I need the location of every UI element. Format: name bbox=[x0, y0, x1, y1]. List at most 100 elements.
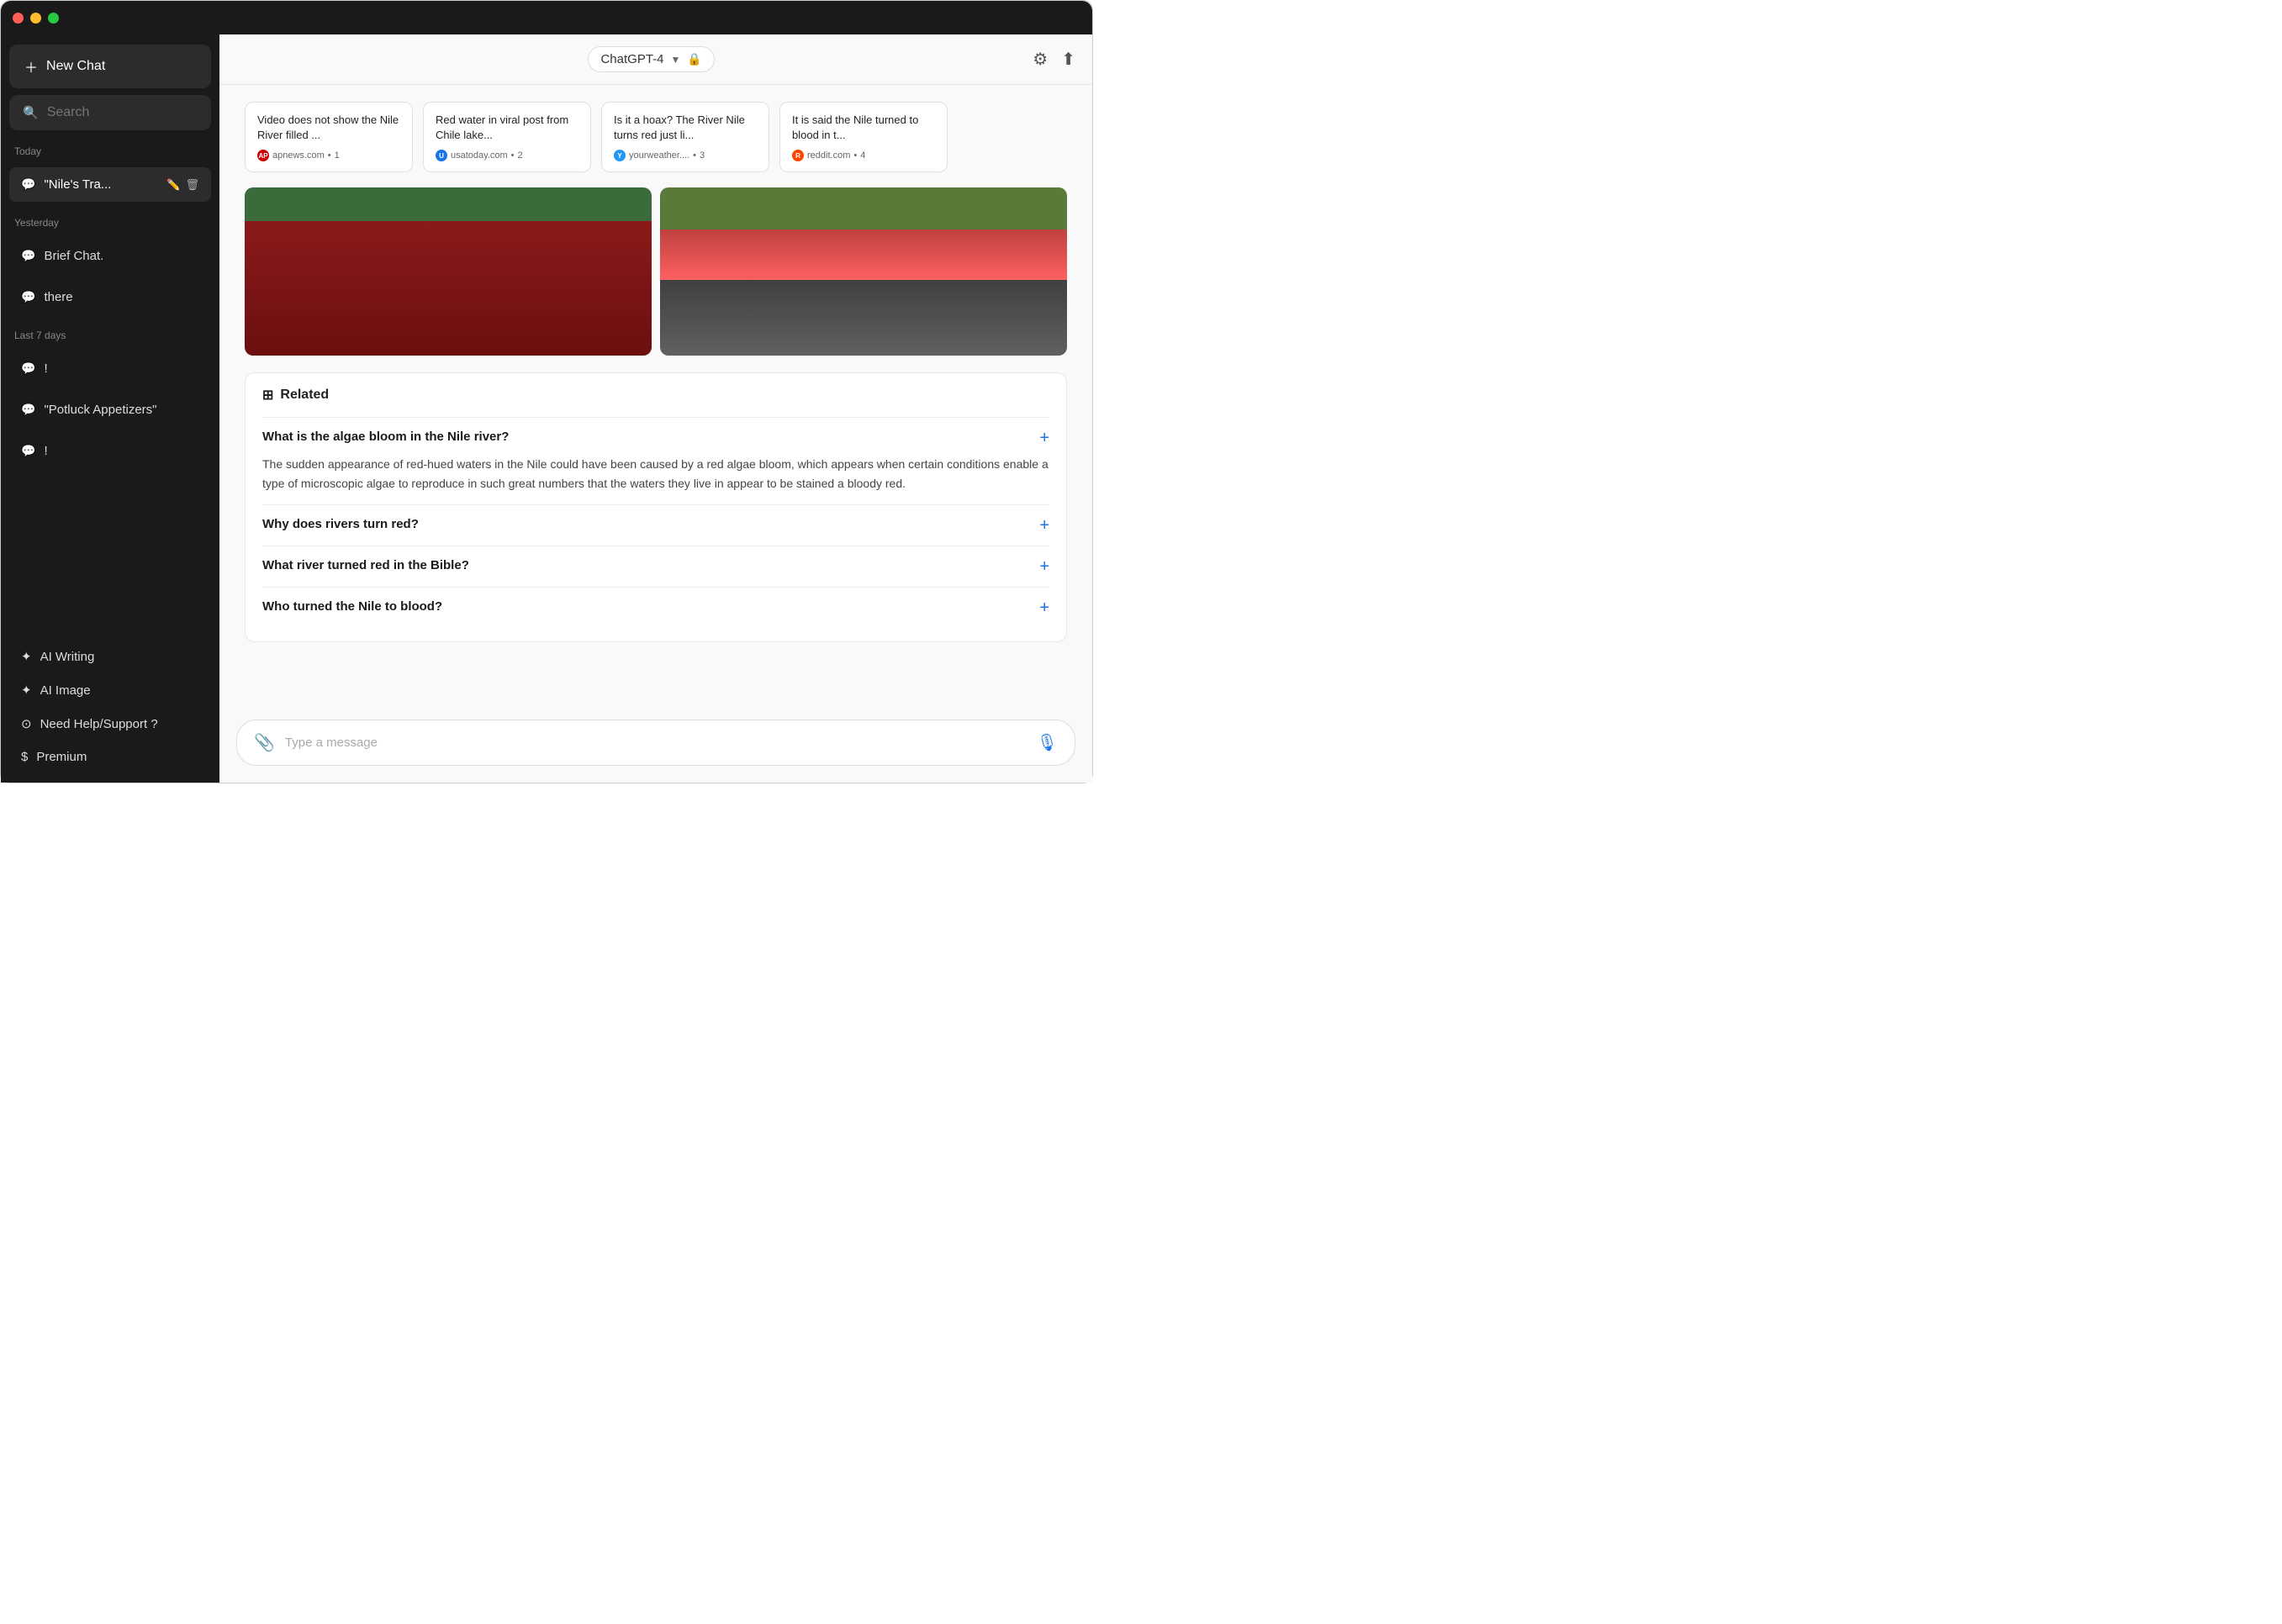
model-selector[interactable]: ChatGPT-4 ▼ 🔒 bbox=[588, 46, 714, 72]
delete-icon[interactable]: 🗑 bbox=[185, 178, 199, 192]
source-dot-0: AP bbox=[257, 150, 269, 161]
source-sep-3: • bbox=[853, 150, 857, 161]
chat-item-label: there bbox=[44, 290, 72, 304]
faq-toggle-0[interactable]: + bbox=[1039, 430, 1049, 446]
faq-question-3[interactable]: Who turned the Nile to blood? + bbox=[262, 599, 1049, 616]
plus-icon: ＋ bbox=[24, 56, 38, 76]
source-sep-1: • bbox=[511, 150, 515, 161]
related-icon: ⊞ bbox=[262, 387, 273, 403]
source-meta-2: Y yourweather.... • 3 bbox=[614, 150, 757, 161]
faq-question-0[interactable]: What is the algae bloom in the Nile rive… bbox=[262, 430, 1049, 446]
sidebar-item-there[interactable]: 💬 there bbox=[9, 280, 211, 314]
source-title-3: It is said the Nile turned to blood in t… bbox=[792, 113, 935, 143]
source-title-1: Red water in viral post from Chile lake.… bbox=[436, 113, 578, 143]
source-domain-1: usatoday.com bbox=[451, 150, 508, 161]
related-section: ⊞ Related What is the algae bloom in the… bbox=[245, 372, 1067, 642]
close-dot[interactable] bbox=[13, 13, 24, 24]
faq-answer-0: The sudden appearance of red-hued waters… bbox=[262, 455, 1049, 493]
search-bar[interactable]: 🔍 bbox=[9, 95, 211, 130]
premium-icon: $ bbox=[21, 750, 28, 764]
faq-toggle-2[interactable]: + bbox=[1039, 558, 1049, 575]
faq-question-text-2: What river turned red in the Bible? bbox=[262, 558, 1029, 572]
ai-writing-label: AI Writing bbox=[40, 650, 95, 664]
input-box: 📎 🎙 bbox=[236, 720, 1075, 766]
faq-question-2[interactable]: What river turned red in the Bible? + bbox=[262, 558, 1049, 575]
support-icon: ⊙ bbox=[21, 716, 32, 731]
topbar: ChatGPT-4 ▼ 🔒 ⚙ ⬆ bbox=[219, 34, 1092, 85]
sidebar-item-ai-writing[interactable]: ✦ AI Writing bbox=[9, 641, 211, 672]
faq-question-1[interactable]: Why does rivers turn red? + bbox=[262, 517, 1049, 534]
edit-icon[interactable]: ✏️ bbox=[166, 178, 180, 192]
section-label-today: Today bbox=[9, 142, 211, 161]
source-title-2: Is it a hoax? The River Nile turns red j… bbox=[614, 113, 757, 143]
minimize-dot[interactable] bbox=[30, 13, 41, 24]
source-count-1: 2 bbox=[518, 150, 523, 161]
sidebar-item-support[interactable]: ⊙ Need Help/Support ? bbox=[9, 708, 211, 740]
input-area: 📎 🎙 bbox=[219, 708, 1092, 783]
attach-button[interactable]: 📎 bbox=[254, 732, 275, 753]
sidebar-item-brief-chat[interactable]: 💬 Brief Chat. bbox=[9, 239, 211, 273]
maximize-dot[interactable] bbox=[48, 13, 59, 24]
source-card-1[interactable]: Red water in viral post from Chile lake.… bbox=[423, 102, 591, 172]
section-label-yesterday: Yesterday bbox=[9, 214, 211, 232]
chat-icon: 💬 bbox=[21, 403, 35, 417]
chat-icon: 💬 bbox=[21, 290, 35, 304]
source-meta-1: U usatoday.com • 2 bbox=[436, 150, 578, 161]
faq-question-text-0: What is the algae bloom in the Nile rive… bbox=[262, 430, 1029, 444]
source-sep-2: • bbox=[693, 150, 696, 161]
faq-toggle-3[interactable]: + bbox=[1039, 599, 1049, 616]
faq-item-1: Why does rivers turn red? + bbox=[262, 504, 1049, 546]
new-chat-label: New Chat bbox=[46, 59, 105, 74]
search-icon: 🔍 bbox=[23, 105, 39, 120]
sidebar-item-exclaim2[interactable]: 💬 ! bbox=[9, 434, 211, 468]
related-title: Related bbox=[280, 388, 329, 403]
new-chat-button[interactable]: ＋ New Chat bbox=[9, 45, 211, 88]
sidebar-item-premium[interactable]: $ Premium bbox=[9, 741, 211, 772]
faq-item-3: Who turned the Nile to blood? + bbox=[262, 587, 1049, 628]
premium-label: Premium bbox=[36, 750, 87, 764]
chat-item-label: Brief Chat. bbox=[44, 249, 103, 263]
edit-delete-controls: ✏️ 🗑 bbox=[166, 178, 199, 192]
app-body: ＋ New Chat 🔍 Today 💬 "Nile's Tra... ✏️ 🗑… bbox=[1, 34, 1092, 783]
settings-button[interactable]: ⚙ bbox=[1033, 49, 1048, 70]
source-sep-0: • bbox=[328, 150, 331, 161]
chat-icon: 💬 bbox=[21, 444, 35, 458]
source-card-0[interactable]: Video does not show the Nile River fille… bbox=[245, 102, 413, 172]
share-button[interactable]: ⬆ bbox=[1061, 49, 1075, 70]
sidebar-tools: ✦ AI Writing ✦ AI Image ⊙ Need Help/Supp… bbox=[9, 641, 211, 772]
lock-icon: 🔒 bbox=[687, 52, 701, 66]
main-content: ChatGPT-4 ▼ 🔒 ⚙ ⬆ Video does not show th… bbox=[219, 34, 1092, 783]
sidebar-item-exclaim1[interactable]: 💬 ! bbox=[9, 351, 211, 386]
sidebar-item-ai-image[interactable]: ✦ AI Image bbox=[9, 674, 211, 706]
faq-question-text-3: Who turned the Nile to blood? bbox=[262, 599, 1029, 614]
faq-question-text-1: Why does rivers turn red? bbox=[262, 517, 1029, 531]
ai-writing-icon: ✦ bbox=[21, 649, 32, 664]
search-input[interactable] bbox=[47, 105, 198, 120]
source-domain-0: apnews.com bbox=[272, 150, 325, 161]
model-name: ChatGPT-4 bbox=[600, 52, 663, 66]
faq-item-2: What river turned red in the Bible? + bbox=[262, 546, 1049, 587]
image-nile-red-right bbox=[660, 187, 1067, 356]
source-meta-3: R reddit.com • 4 bbox=[792, 150, 935, 161]
sidebar-item-potluck[interactable]: 💬 "Potluck Appetizers" bbox=[9, 393, 211, 427]
related-header: ⊞ Related bbox=[262, 387, 1049, 403]
faq-item-0: What is the algae bloom in the Nile rive… bbox=[262, 417, 1049, 504]
chat-icon: 💬 bbox=[21, 249, 35, 263]
chat-item-label: "Nile's Tra... bbox=[44, 177, 111, 192]
source-meta-0: AP apnews.com • 1 bbox=[257, 150, 400, 161]
source-domain-2: yourweather.... bbox=[629, 150, 689, 161]
chat-item-label: "Potluck Appetizers" bbox=[44, 403, 156, 417]
sidebar-item-niles-tra[interactable]: 💬 "Nile's Tra... ✏️ 🗑 bbox=[9, 167, 211, 202]
sidebar: ＋ New Chat 🔍 Today 💬 "Nile's Tra... ✏️ 🗑… bbox=[1, 34, 219, 783]
chat-icon: 💬 bbox=[21, 361, 35, 376]
mic-button[interactable]: 🎙 bbox=[1037, 732, 1058, 753]
source-card-3[interactable]: It is said the Nile turned to blood in t… bbox=[779, 102, 948, 172]
chat-item-label: ! bbox=[44, 444, 47, 458]
source-dot-2: Y bbox=[614, 150, 626, 161]
source-title-0: Video does not show the Nile River fille… bbox=[257, 113, 400, 143]
source-count-2: 3 bbox=[700, 150, 705, 161]
faq-toggle-1[interactable]: + bbox=[1039, 517, 1049, 534]
message-input[interactable] bbox=[285, 736, 1027, 750]
image-grid bbox=[245, 187, 1067, 356]
source-card-2[interactable]: Is it a hoax? The River Nile turns red j… bbox=[601, 102, 769, 172]
